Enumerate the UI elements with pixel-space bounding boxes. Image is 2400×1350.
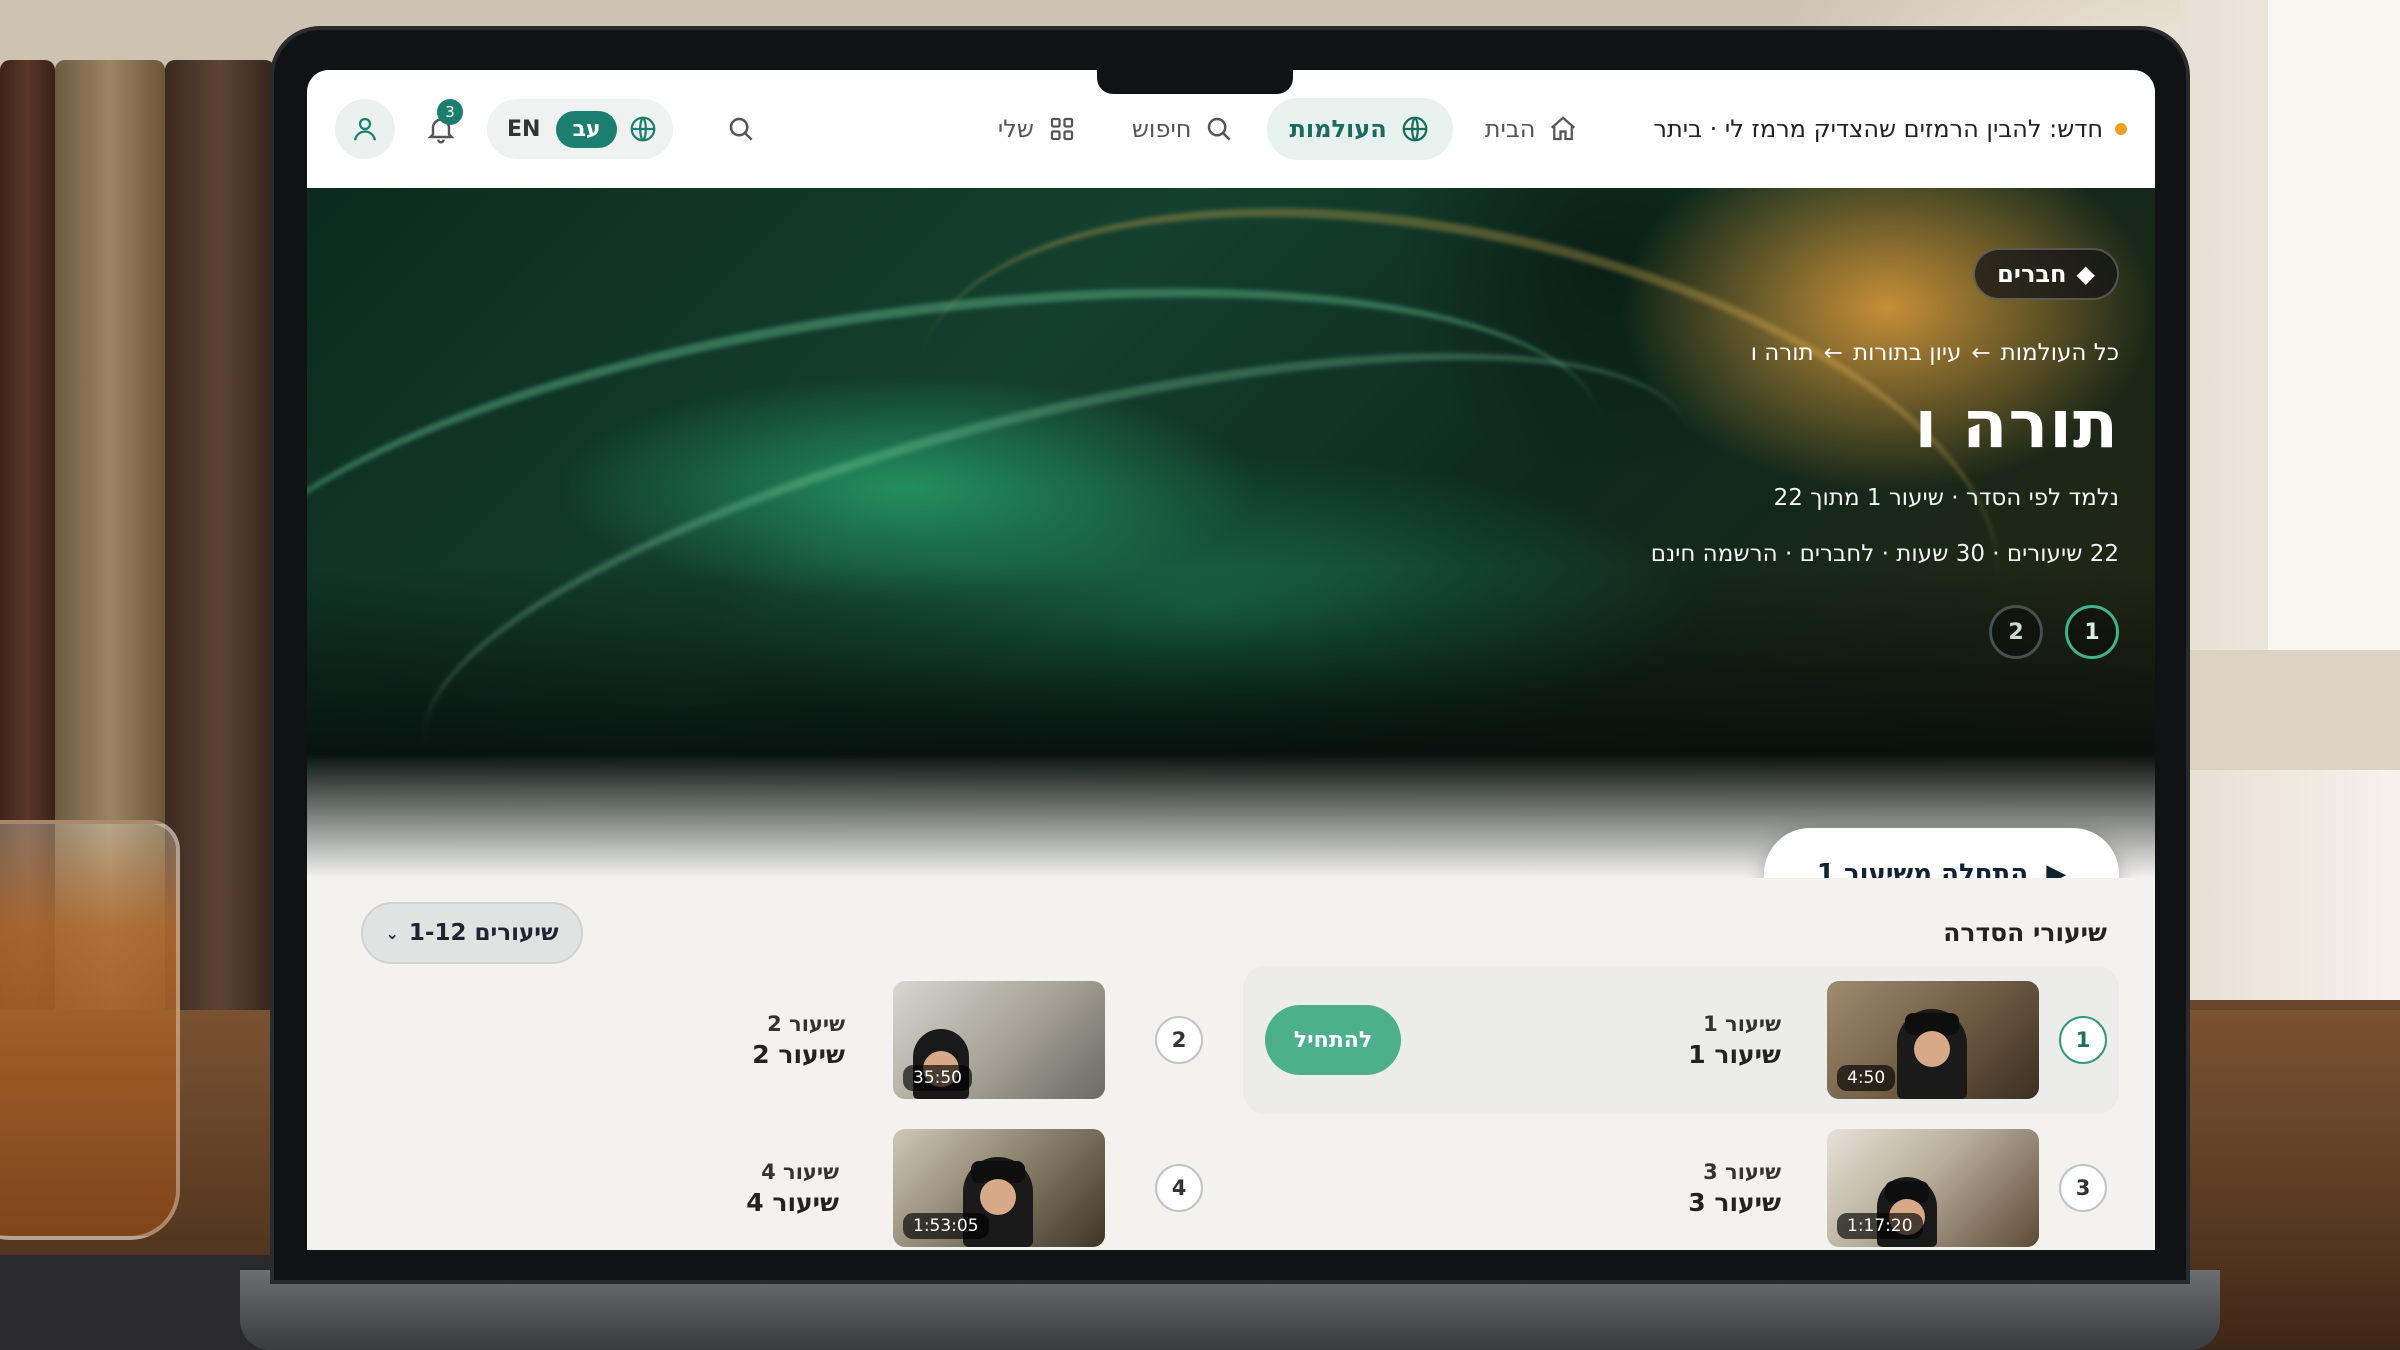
lesson-label: שיעור 4 (761, 1159, 839, 1184)
nav-home-label: הבית (1484, 115, 1536, 143)
user-avatar-button[interactable] (335, 99, 395, 159)
play-icon: ▶ (2046, 859, 2067, 878)
search-icon (1203, 113, 1235, 145)
announcement[interactable]: חדש: להבין הרמזים שהצדיק מרמז לי · ביתר (1653, 115, 2127, 143)
lesson-label: שיעור 3 (1703, 1159, 1781, 1184)
nav-worlds[interactable]: העולמות (1267, 98, 1453, 160)
lesson-label: שיעור 2 (767, 1011, 845, 1036)
hero-content: ◆ חברים כל העולמות ← עיון בתורות ← תורה … (1651, 248, 2119, 659)
page-title: תורה ו (1914, 386, 2119, 463)
lesson-card-4[interactable]: 4 1:53:05 שיעור 4 שיעור 4 (413, 1114, 1233, 1250)
section-title: שיעורי הסדרה (1943, 918, 2107, 947)
lesson-card-3[interactable]: 3 1:17:20 שיעור 3 שיעור 3 (1243, 1114, 2119, 1250)
user-icon (353, 117, 377, 141)
announcement-text: חדש: להבין הרמזים שהצדיק מרמז לי · ביתר (1653, 115, 2103, 143)
lesson-thumbnail[interactable]: 1:53:05 (893, 1129, 1105, 1247)
lesson-card-1[interactable]: 1 4:50 שיעור 1 שיעור 1 להתחיל (1243, 966, 2119, 1114)
nav-search[interactable]: חיפוש (1110, 98, 1258, 160)
grid-icon (1046, 113, 1078, 145)
duration-badge: 1:53:05 (903, 1213, 989, 1239)
lesson-thumbnail[interactable]: 1:17:20 (1827, 1129, 2039, 1247)
home-icon (1547, 113, 1579, 145)
duration-badge: 1:17:20 (1837, 1213, 1923, 1239)
start-lesson-button[interactable]: להתחיל (1265, 1005, 1401, 1075)
nav-mine-label: שלי (997, 115, 1034, 143)
access-tag: ◆ חברים (1973, 248, 2119, 300)
speaker-image (1897, 1009, 1967, 1099)
series-meta: 22 שיעורים · 30 שעות · לחברים · הרשמה חי… (1650, 541, 2119, 567)
book (165, 60, 275, 1020)
lesson-number: 3 (2059, 1164, 2107, 1212)
lesson-range-dropdown[interactable]: שיעורים 1-12 ⌄ (361, 902, 583, 964)
app-screen: חדש: להבין הרמזים שהצדיק מרמז לי · ביתר … (307, 70, 2155, 1250)
breadcrumb-all-worlds[interactable]: כל העולמות (2001, 340, 2119, 366)
lesson-title[interactable]: שיעור 2 (752, 1040, 845, 1069)
hero-banner: ◆ חברים כל העולמות ← עיון בתורות ← תורה … (307, 188, 2155, 878)
language-switcher[interactable]: עב EN (487, 99, 673, 159)
range-label: שיעורים 1-12 (408, 920, 559, 946)
breadcrumb-current: תורה ו (1750, 340, 1814, 366)
lesson-title[interactable]: שיעור 4 (746, 1188, 839, 1217)
search-icon (729, 117, 753, 141)
lesson-title[interactable]: שיעור 3 (1688, 1188, 1781, 1217)
duration-badge: 35:50 (903, 1065, 972, 1091)
nav-worlds-label: העולמות (1289, 115, 1387, 143)
lesson-thumbnail[interactable]: 4:50 (1827, 981, 2039, 1099)
lesson-card-2[interactable]: 2 35:50 שיעור 2 שיעור 2 (413, 966, 1233, 1114)
notifications-button[interactable]: 3 (413, 99, 469, 157)
page-2-button[interactable]: 2 (1989, 605, 2043, 659)
lang-he-option[interactable]: עב (556, 110, 617, 148)
series-subtitle: נלמד לפי הסדר · שיעור 1 מתוך 22 (1773, 485, 2119, 511)
lang-en-option[interactable]: EN (501, 117, 546, 142)
search-button[interactable] (713, 101, 769, 157)
lesson-number: 1 (2059, 1016, 2107, 1064)
breadcrumb-torah-study[interactable]: עיון בתורות (1853, 340, 1961, 366)
chevron-down-icon: ⌄ (385, 923, 399, 943)
lesson-text: שיעור 3 שיעור 3 (1688, 1160, 1781, 1217)
page-1-button[interactable]: 1 (2065, 605, 2119, 659)
window (2250, 0, 2400, 700)
lesson-number: 2 (1155, 1016, 1203, 1064)
notification-badge: 3 (437, 99, 463, 125)
laptop-base (240, 1270, 2220, 1350)
camera-notch (1097, 66, 1293, 94)
lesson-number: 4 (1155, 1164, 1203, 1212)
lessons-section: שיעורי הסדרה שיעורים 1-12 ⌄ 1 4:50 שיעור… (307, 878, 2155, 1250)
lesson-text: שיעור 2 שיעור 2 (752, 1012, 845, 1069)
hero-pagination: 1 2 (1651, 605, 2119, 659)
globe-icon (1399, 113, 1431, 145)
new-dot-icon (2115, 123, 2127, 135)
lesson-text: שיעור 1 שיעור 1 (1688, 1012, 1781, 1069)
nav-mine[interactable]: שלי (976, 98, 1100, 160)
arrow-left-icon: ← (1971, 340, 1991, 366)
lesson-thumbnail[interactable]: 35:50 (893, 981, 1105, 1099)
access-tag-label: חברים (1997, 260, 2067, 288)
duration-badge: 4:50 (1837, 1065, 1896, 1091)
nav-search-label: חיפוש (1131, 115, 1192, 143)
nav-home[interactable]: הבית (1463, 98, 1602, 160)
breadcrumb: כל העולמות ← עיון בתורות ← תורה ו (1651, 340, 2119, 366)
tea-glass (0, 820, 180, 1240)
lesson-label: שיעור 1 (1703, 1011, 1781, 1036)
lesson-title[interactable]: שיעור 1 (1688, 1040, 1781, 1069)
start-series-label: התחלה משיעור 1 (1816, 859, 2029, 878)
window-sill (2180, 650, 2400, 770)
globe-icon (627, 113, 659, 145)
diamond-icon: ◆ (2076, 260, 2095, 288)
start-series-button[interactable]: ▶ התחלה משיעור 1 (1764, 828, 2119, 878)
lesson-text: שיעור 4 שיעור 4 (746, 1160, 839, 1217)
arrow-left-icon: ← (1823, 340, 1843, 366)
